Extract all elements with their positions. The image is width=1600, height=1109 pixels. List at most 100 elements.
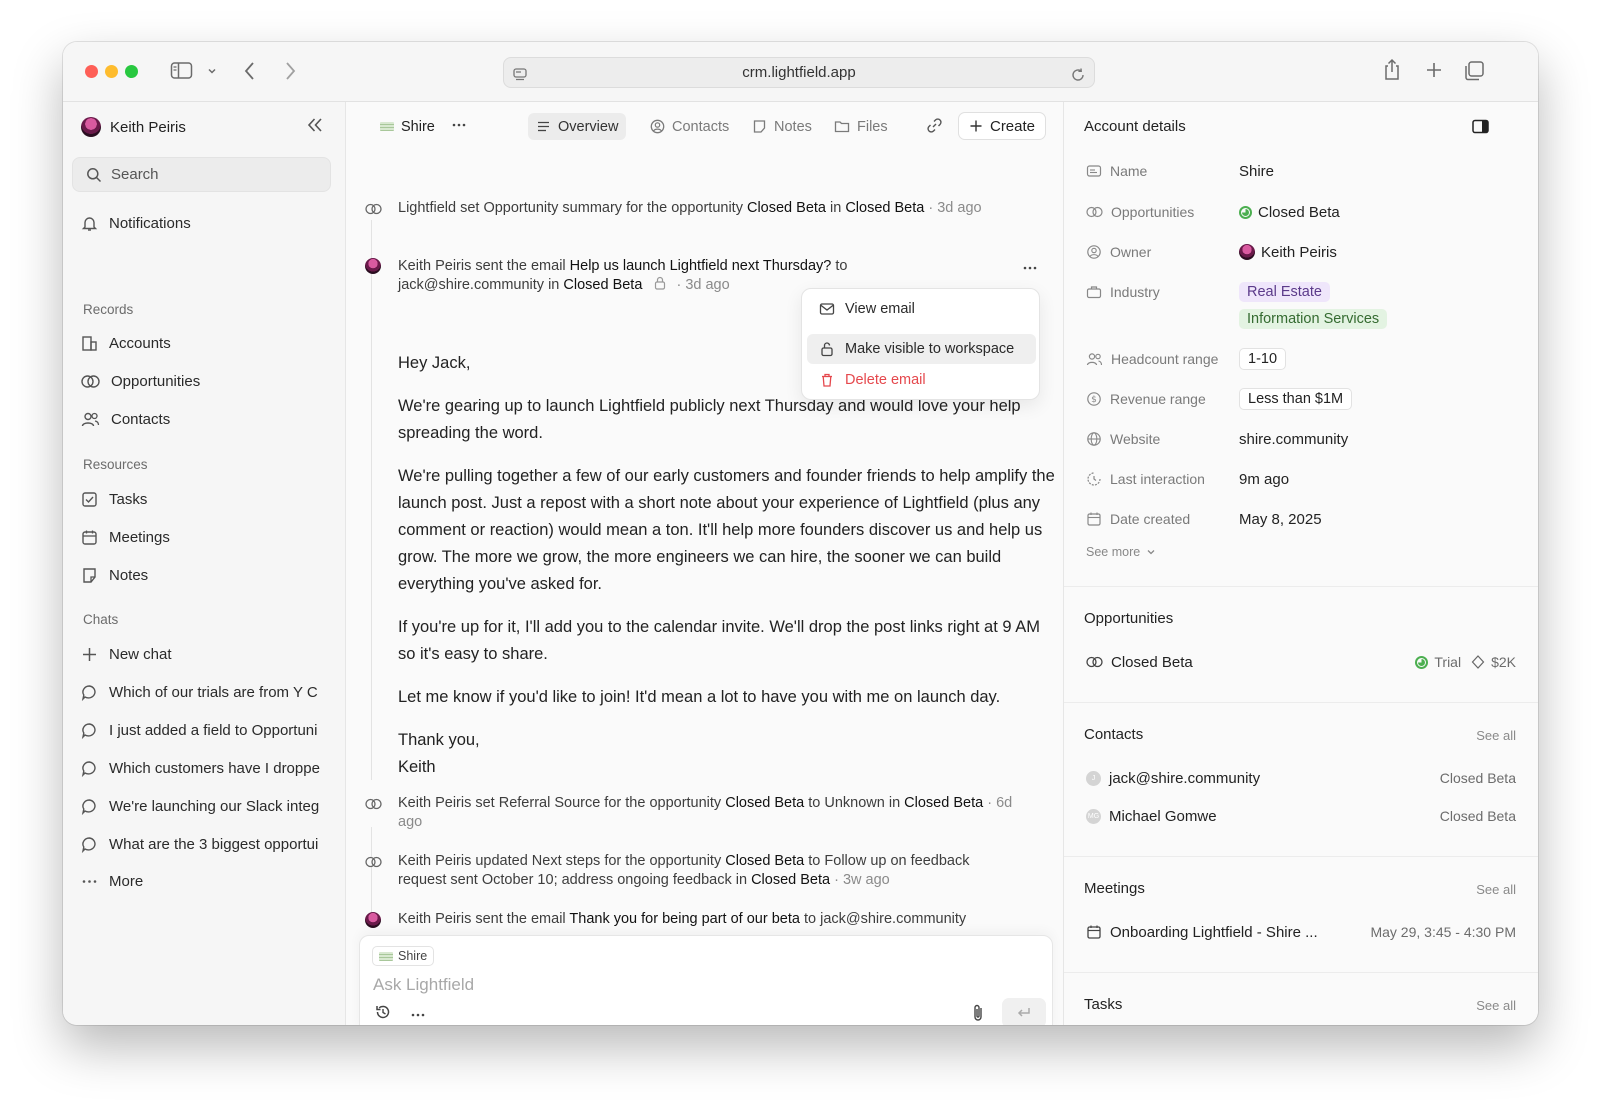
forward-icon[interactable] (283, 60, 297, 85)
make-visible-menu-item[interactable]: Make visible to workspace (807, 334, 1036, 364)
sidebar-item-notes[interactable]: Notes (81, 564, 331, 586)
stage-link[interactable]: Closed Beta (904, 795, 983, 811)
calendar-icon (1087, 925, 1101, 939)
avatar (365, 912, 381, 928)
account-details-panel: Account details Name Shire Opportunities… (1063, 102, 1538, 1025)
prop-value-website[interactable]: shire.community (1239, 428, 1348, 450)
prop-value-owner[interactable]: Keith Peiris (1239, 241, 1337, 263)
email-options-icon[interactable] (1022, 261, 1038, 277)
sidebar-chat-item[interactable]: Which of our trials are from Y C (81, 681, 331, 703)
tab-contacts[interactable]: Contacts (642, 113, 737, 140)
link-icon[interactable] (926, 117, 943, 137)
meeting-row[interactable]: Onboarding Lightfield - Shire ... (1086, 921, 1318, 943)
stage-link[interactable]: Closed Beta (845, 200, 924, 216)
tasks-see-all-link[interactable]: See all (1476, 998, 1516, 1013)
bell-icon (81, 216, 98, 231)
dollar-icon: $ (1087, 392, 1101, 406)
sidebar-item-opportunities[interactable]: Opportunities (81, 370, 331, 392)
prop-value-date-created: May 8, 2025 (1239, 508, 1322, 530)
chevron-down-icon[interactable] (206, 64, 218, 80)
contact-row[interactable]: J jack@shire.community (1086, 767, 1260, 789)
close-window-button[interactable] (85, 65, 98, 78)
sidebar-chat-item[interactable]: Which customers have I droppe (81, 757, 331, 779)
opportunity-stage: Trial (1434, 654, 1462, 670)
attach-icon[interactable] (971, 1003, 985, 1025)
new-tab-icon[interactable] (1425, 61, 1443, 82)
page-settings-icon[interactable] (512, 64, 528, 93)
account-breadcrumb[interactable]: Shire (372, 113, 443, 140)
stage-link[interactable]: Closed Beta (751, 872, 830, 888)
sidebar-item-meetings[interactable]: Meetings (81, 526, 331, 548)
prop-value-industry[interactable]: Information Services (1239, 308, 1388, 330)
industry-tag: Real Estate (1239, 282, 1330, 302)
contact-avatar: MG (1086, 808, 1101, 824)
prop-label-name: Name (1086, 161, 1147, 181)
chip-label: Shire (398, 949, 428, 963)
folder-icon (834, 121, 850, 133)
contact-name: Michael Gomwe (1109, 807, 1217, 825)
delete-email-menu-item[interactable]: Delete email (807, 365, 1036, 395)
reload-icon[interactable] (1070, 64, 1086, 93)
prop-value-industry[interactable]: Real Estate (1239, 281, 1330, 303)
prop-value-opportunities[interactable]: Closed Beta (1239, 201, 1340, 223)
toggle-panel-icon[interactable] (1472, 119, 1489, 137)
tab-notes[interactable]: Notes (744, 113, 820, 140)
sidebar-toggle-icon[interactable] (170, 61, 194, 84)
sidebar-item-label: New chat (109, 645, 172, 663)
sidebar-item-notifications[interactable]: Notifications (81, 212, 331, 234)
minimize-window-button[interactable] (105, 65, 118, 78)
sidebar-item-new-chat[interactable]: New chat (81, 643, 331, 665)
email-paragraph: Let me know if you'd like to join! It'd … (398, 688, 1001, 706)
search-input[interactable]: Search (72, 157, 331, 192)
browser-titlebar: crm.lightfield.app (63, 42, 1538, 102)
zoom-window-button[interactable] (125, 65, 138, 78)
create-button[interactable]: Create (958, 112, 1046, 140)
people-icon (1086, 352, 1103, 365)
unlock-icon (821, 342, 833, 357)
opportunity-link[interactable]: Closed Beta (725, 795, 804, 811)
opportunity-link[interactable]: Closed Beta (747, 200, 826, 216)
send-button[interactable] (1002, 998, 1046, 1025)
share-icon[interactable] (1382, 58, 1402, 85)
prop-value-headcount[interactable]: 1-10 (1239, 348, 1287, 370)
contacts-see-all-link[interactable]: See all (1476, 728, 1516, 743)
chat-bubble-icon (81, 684, 96, 701)
sidebar-chat-item[interactable]: What are the 3 biggest opportui (81, 833, 331, 855)
context-chip[interactable]: Shire (372, 946, 435, 966)
prop-label-industry: Industry (1086, 282, 1160, 302)
tab-overview[interactable]: Overview (528, 113, 627, 140)
user-menu[interactable]: Keith Peiris (81, 115, 186, 139)
email-subject-link[interactable]: Thank you for being part of our beta (569, 911, 800, 927)
view-email-menu-item[interactable]: View email (807, 294, 1036, 324)
stage-link[interactable]: Closed Beta (563, 277, 642, 293)
meetings-see-all-link[interactable]: See all (1476, 882, 1516, 897)
opportunity-row[interactable]: Closed Beta (1086, 651, 1193, 673)
prop-value-revenue[interactable]: Less than $1M (1239, 388, 1353, 410)
contacts-heading: Contacts (1084, 726, 1144, 743)
sidebar-chat-item[interactable]: I just added a field to Opportuni (81, 719, 331, 741)
sidebar-item-label: Notifications (109, 214, 191, 232)
see-more-button[interactable]: See more (1086, 545, 1156, 559)
sidebar-item-more[interactable]: More (81, 870, 331, 892)
opportunity-link[interactable]: Closed Beta (725, 853, 804, 869)
history-icon[interactable] (374, 1003, 392, 1024)
activity-text: Lightfield set Opportunity summary for t… (398, 200, 747, 216)
tab-files[interactable]: Files (826, 113, 896, 140)
sidebar-item-accounts[interactable]: Accounts (81, 332, 331, 354)
tab-overview-icon[interactable] (1463, 60, 1485, 85)
record-toolbar: Shire Overview Contacts Notes Files Crea… (346, 102, 1063, 148)
sidebar-chat-item[interactable]: We're launching our Slack integ (81, 795, 331, 817)
sidebar-item-tasks[interactable]: Tasks (81, 488, 331, 510)
contact-row[interactable]: MG Michael Gomwe (1086, 805, 1217, 827)
more-icon[interactable] (410, 1007, 426, 1023)
prop-label-opportunities: Opportunities (1086, 202, 1194, 222)
more-icon[interactable] (451, 118, 467, 135)
ask-input[interactable]: Ask Lightfield (373, 975, 474, 995)
address-bar[interactable]: crm.lightfield.app (503, 57, 1095, 88)
email-subject-link[interactable]: Help us launch Lightfield next Thursday? (570, 258, 832, 274)
prop-value-name[interactable]: Shire (1239, 160, 1274, 182)
collapse-sidebar-icon[interactable] (306, 116, 324, 137)
sidebar-item-contacts[interactable]: Contacts (81, 408, 331, 430)
chat-bubble-icon (81, 722, 96, 739)
back-icon[interactable] (243, 60, 257, 85)
